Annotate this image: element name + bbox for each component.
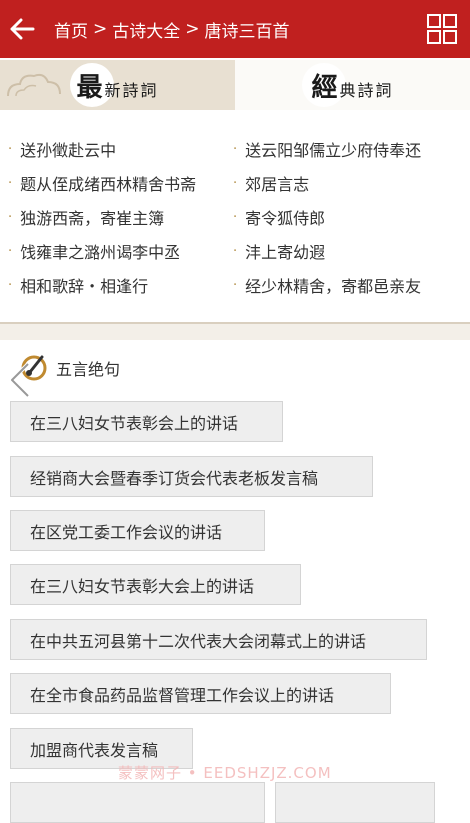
- chevron-left-icon[interactable]: [8, 362, 32, 398]
- article-button[interactable]: 在三八妇女节表彰大会上的讲话: [10, 564, 301, 605]
- article-button[interactable]: 在全市食品药品监督管理工作会议上的讲话: [10, 673, 391, 714]
- article-button[interactable]: 在三八妇女节表彰会上的讲话: [10, 401, 283, 442]
- bullet-dot-icon: ·: [8, 243, 13, 259]
- bullet-dot-icon: ·: [233, 175, 238, 191]
- poem-link[interactable]: · 独游西斋，寄崔主簿: [8, 205, 164, 229]
- poem-link[interactable]: · 经少林精舍，寄都邑亲友: [233, 273, 421, 297]
- poem-link[interactable]: · 送云阳邹儒立少府侍奉还: [233, 137, 421, 161]
- breadcrumb-separator: >: [185, 19, 200, 39]
- poem-link[interactable]: · 郊居言志: [233, 171, 309, 195]
- bullet-dot-icon: ·: [233, 277, 238, 293]
- poem-link[interactable]: · 沣上寄幼遐: [233, 239, 325, 263]
- bullet-dot-icon: ·: [8, 175, 13, 191]
- poem-link[interactable]: · 寄令狐侍郎: [233, 205, 325, 229]
- grid-icon: [427, 14, 457, 44]
- article-button[interactable]: 在区党工委工作会议的讲话: [10, 510, 265, 551]
- bullet-dot-icon: ·: [8, 277, 13, 293]
- poem-link[interactable]: · 题从侄成绪西林精舍书斋: [8, 171, 196, 195]
- section-header: 五言绝句: [20, 354, 120, 382]
- watermark: 蒙蒙网子 • EEDSHZJZ.COM: [118, 764, 332, 782]
- breadcrumb-separator: >: [93, 19, 108, 39]
- tab-classic-label: 經典詩詞: [311, 72, 394, 103]
- bullet-dot-icon: ·: [233, 141, 238, 157]
- bullet-dot-icon: ·: [8, 209, 13, 225]
- poem-link[interactable]: · 相和歌辞・相逢行: [8, 273, 148, 297]
- breadcrumb: 首页 > 古诗大全 > 唐诗三百首: [54, 17, 290, 42]
- article-button[interactable]: 经销商大会暨春季订货会代表老板发言稿: [10, 456, 373, 497]
- back-button[interactable]: [0, 0, 44, 58]
- section-title: 五言绝句: [56, 360, 121, 379]
- grid-menu-button[interactable]: [426, 13, 458, 45]
- poem-link[interactable]: · 送孙徵赴云中: [8, 137, 116, 161]
- breadcrumb-poems[interactable]: 古诗大全: [112, 17, 180, 42]
- article-button-partial[interactable]: [275, 782, 435, 823]
- article-button-partial[interactable]: [10, 782, 265, 823]
- breadcrumb-current: 唐诗三百首: [204, 21, 290, 42]
- article-button[interactable]: 在中共五河县第十二次代表大会闭幕式上的讲话: [10, 619, 427, 660]
- section-divider: [0, 322, 470, 340]
- tab-classic[interactable]: 經典詩詞: [235, 60, 470, 110]
- bullet-dot-icon: ·: [233, 243, 238, 259]
- bullet-dot-icon: ·: [8, 141, 13, 157]
- cloud-pattern-icon: [7, 73, 61, 97]
- poem-link[interactable]: · 饯雍聿之潞州谒李中丞: [8, 239, 180, 263]
- tab-latest[interactable]: 最新詩詞: [0, 60, 235, 110]
- breadcrumb-home[interactable]: 首页: [54, 17, 88, 42]
- poem-tabs: 最新詩詞 經典詩詞: [0, 60, 470, 110]
- app-header: 首页 > 古诗大全 > 唐诗三百首: [0, 0, 470, 58]
- back-arrow-icon: [10, 18, 35, 40]
- tab-latest-label: 最新詩詞: [76, 72, 159, 103]
- bullet-dot-icon: ·: [233, 209, 238, 225]
